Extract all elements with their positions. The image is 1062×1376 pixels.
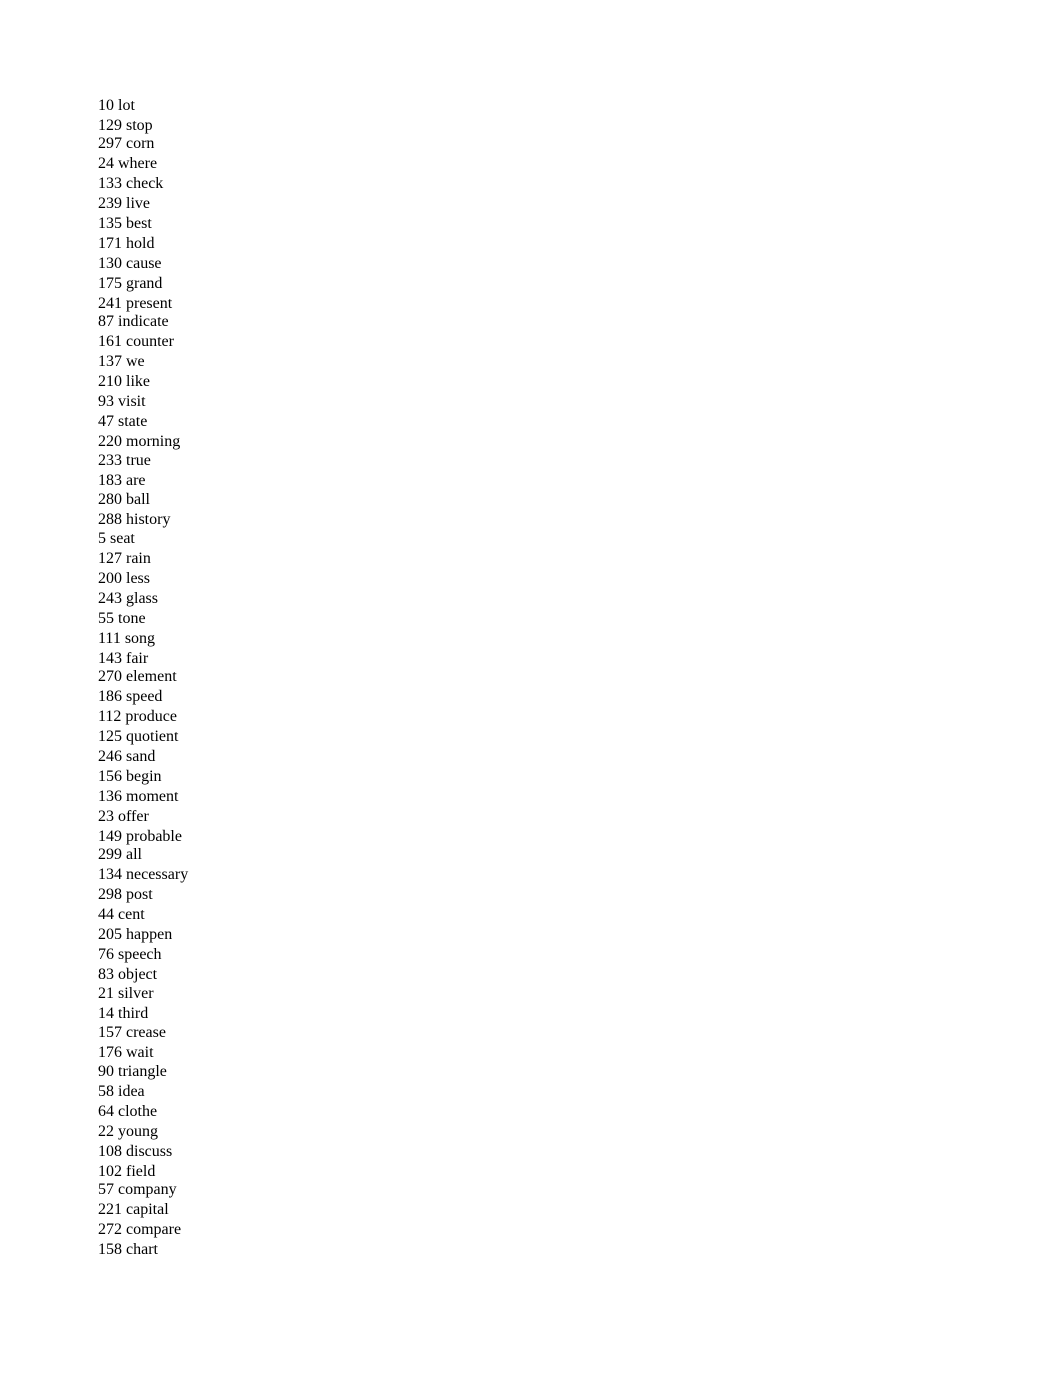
list-item: 143 fair [98,650,149,667]
list-item: 239 live [98,195,150,212]
list-item: 183 are [98,472,146,489]
list-item: 23 offer [98,808,149,825]
list-item: 76 speech [98,946,162,963]
list-item: 108 discuss [98,1143,173,1160]
list-item: 83 object [98,966,158,983]
list-item: 22 young [98,1123,158,1140]
list-item: 136 moment [98,788,179,805]
list-item: 205 happen [98,926,173,943]
list-item: 133 check [98,175,164,192]
list-item: 270 element [98,668,177,685]
list-item: 149 probable [98,828,182,845]
list-item: 299 all [98,846,142,863]
list-item: 171 hold [98,235,155,252]
list-item: 14 third [98,1005,149,1022]
list-item: 157 crease [98,1024,166,1041]
list-item: 158 chart [98,1241,158,1258]
list-item: 221 capital [98,1201,169,1218]
list-item: 135 best [98,215,152,232]
list-item: 186 speed [98,688,163,705]
list-item: 134 necessary [98,866,189,883]
list-item: 90 triangle [98,1063,167,1080]
list-item: 57 company [98,1181,177,1198]
list-item: 127 rain [98,550,151,567]
list-item: 64 clothe [98,1103,158,1120]
list-item: 220 morning [98,433,181,450]
list-item: 210 like [98,373,150,390]
list-item: 246 sand [98,748,156,765]
list-item: 297 corn [98,135,155,152]
list-item: 298 post [98,886,153,903]
list-item: 21 silver [98,985,154,1002]
list-item: 156 begin [98,768,162,785]
list-item: 10 lot [98,97,135,114]
list-item: 161 counter [98,333,174,350]
document-page: 10 lot 129 stop 297 corn 24 where 133 check 2… [0,0,1062,1376]
list-item: 93 visit [98,393,146,410]
list-item: 102 field [98,1163,156,1180]
list-item: 288 history [98,511,171,528]
list-item: 130 cause [98,255,162,272]
list-item: 47 state [98,413,148,430]
list-item: 200 less [98,570,150,587]
list-item: 125 quotient [98,728,179,745]
list-item: 24 where [98,155,158,172]
list-item: 44 cent [98,906,145,923]
list-item: 175 grand [98,275,163,292]
list-item: 87 indicate [98,313,169,330]
list-item: 233 true [98,452,151,469]
list-item: 55 tone [98,610,146,627]
list-item: 111 song [98,630,156,647]
list-item: 129 stop [98,117,153,134]
list-item: 112 produce [98,708,177,725]
list-item: 241 present [98,295,173,312]
list-item: 58 idea [98,1083,145,1100]
list-item: 243 glass [98,590,158,607]
list-item: 5 seat [98,530,135,547]
list-item: 272 compare [98,1221,182,1238]
list-item: 280 ball [98,491,150,508]
list-item: 176 wait [98,1044,154,1061]
list-item: 137 we [98,353,145,370]
